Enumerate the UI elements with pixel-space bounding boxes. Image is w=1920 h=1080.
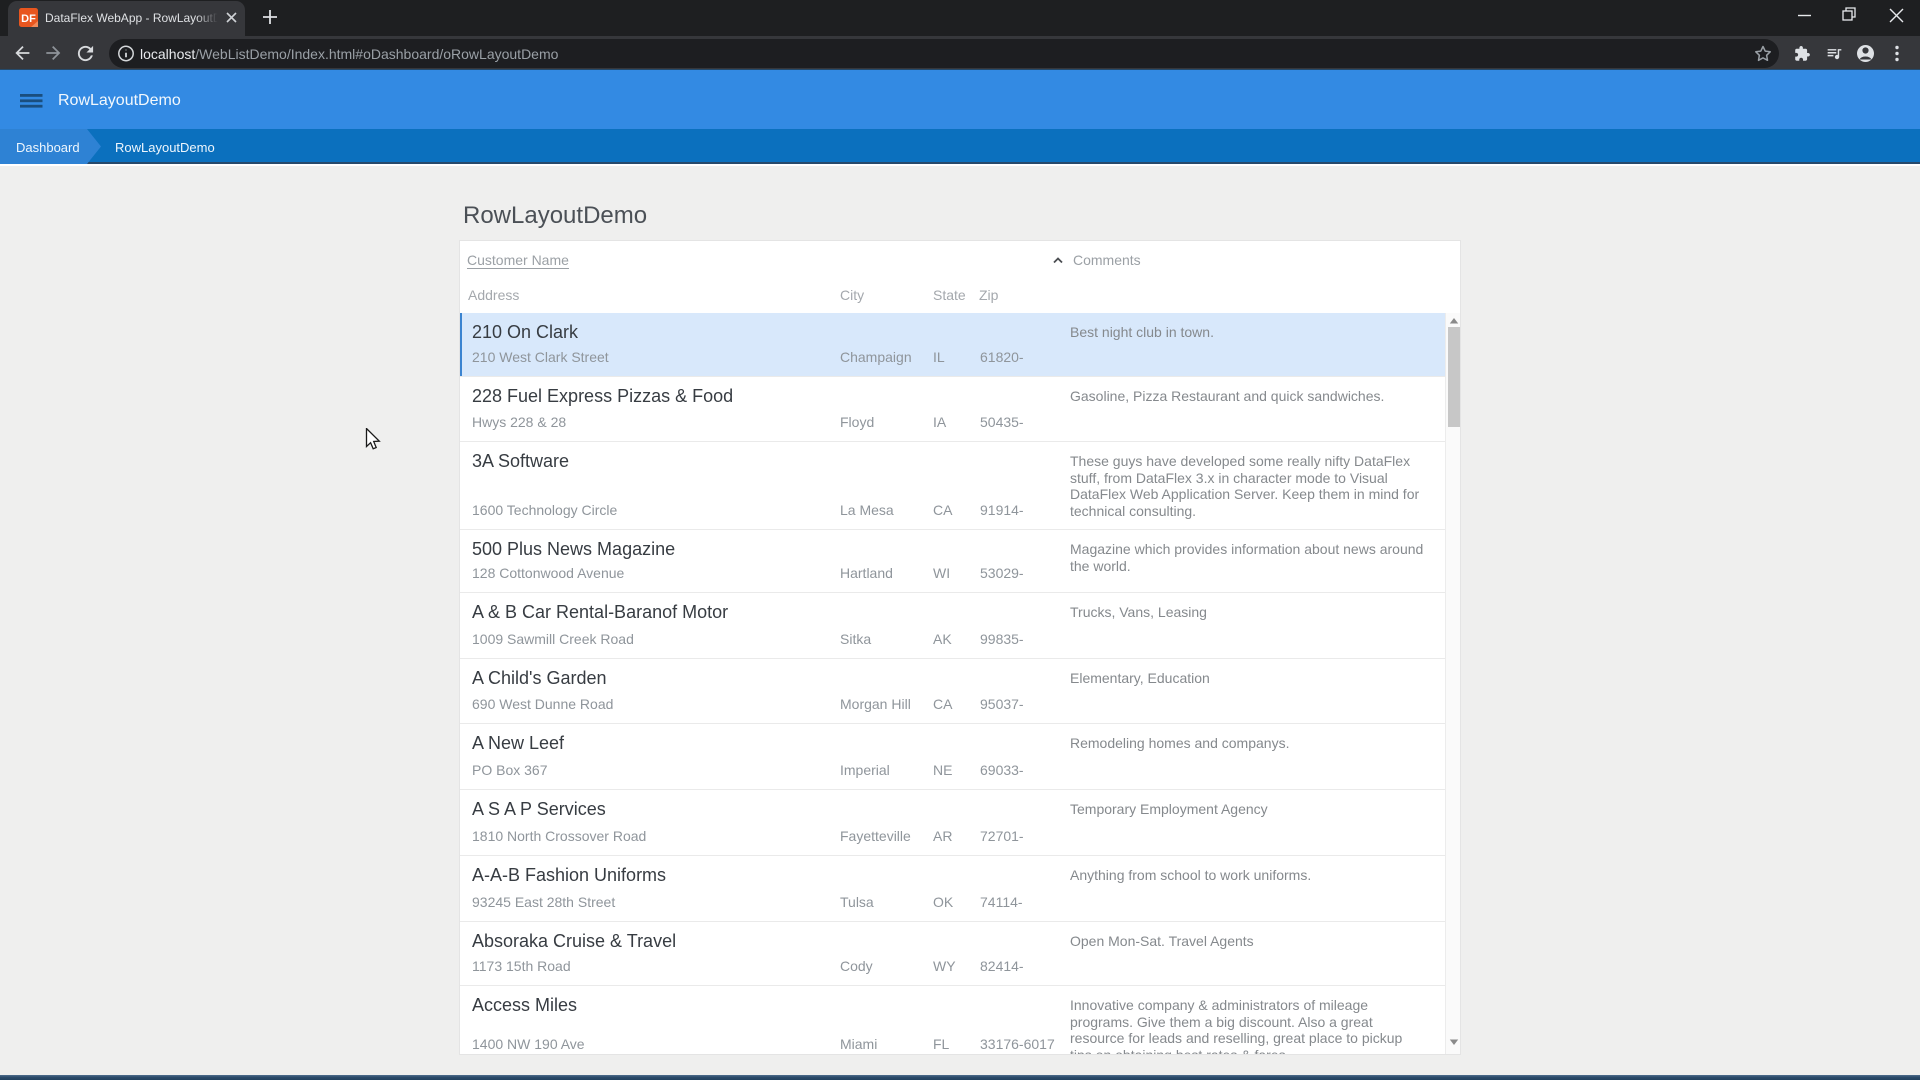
svg-text:DF: DF (21, 13, 36, 25)
